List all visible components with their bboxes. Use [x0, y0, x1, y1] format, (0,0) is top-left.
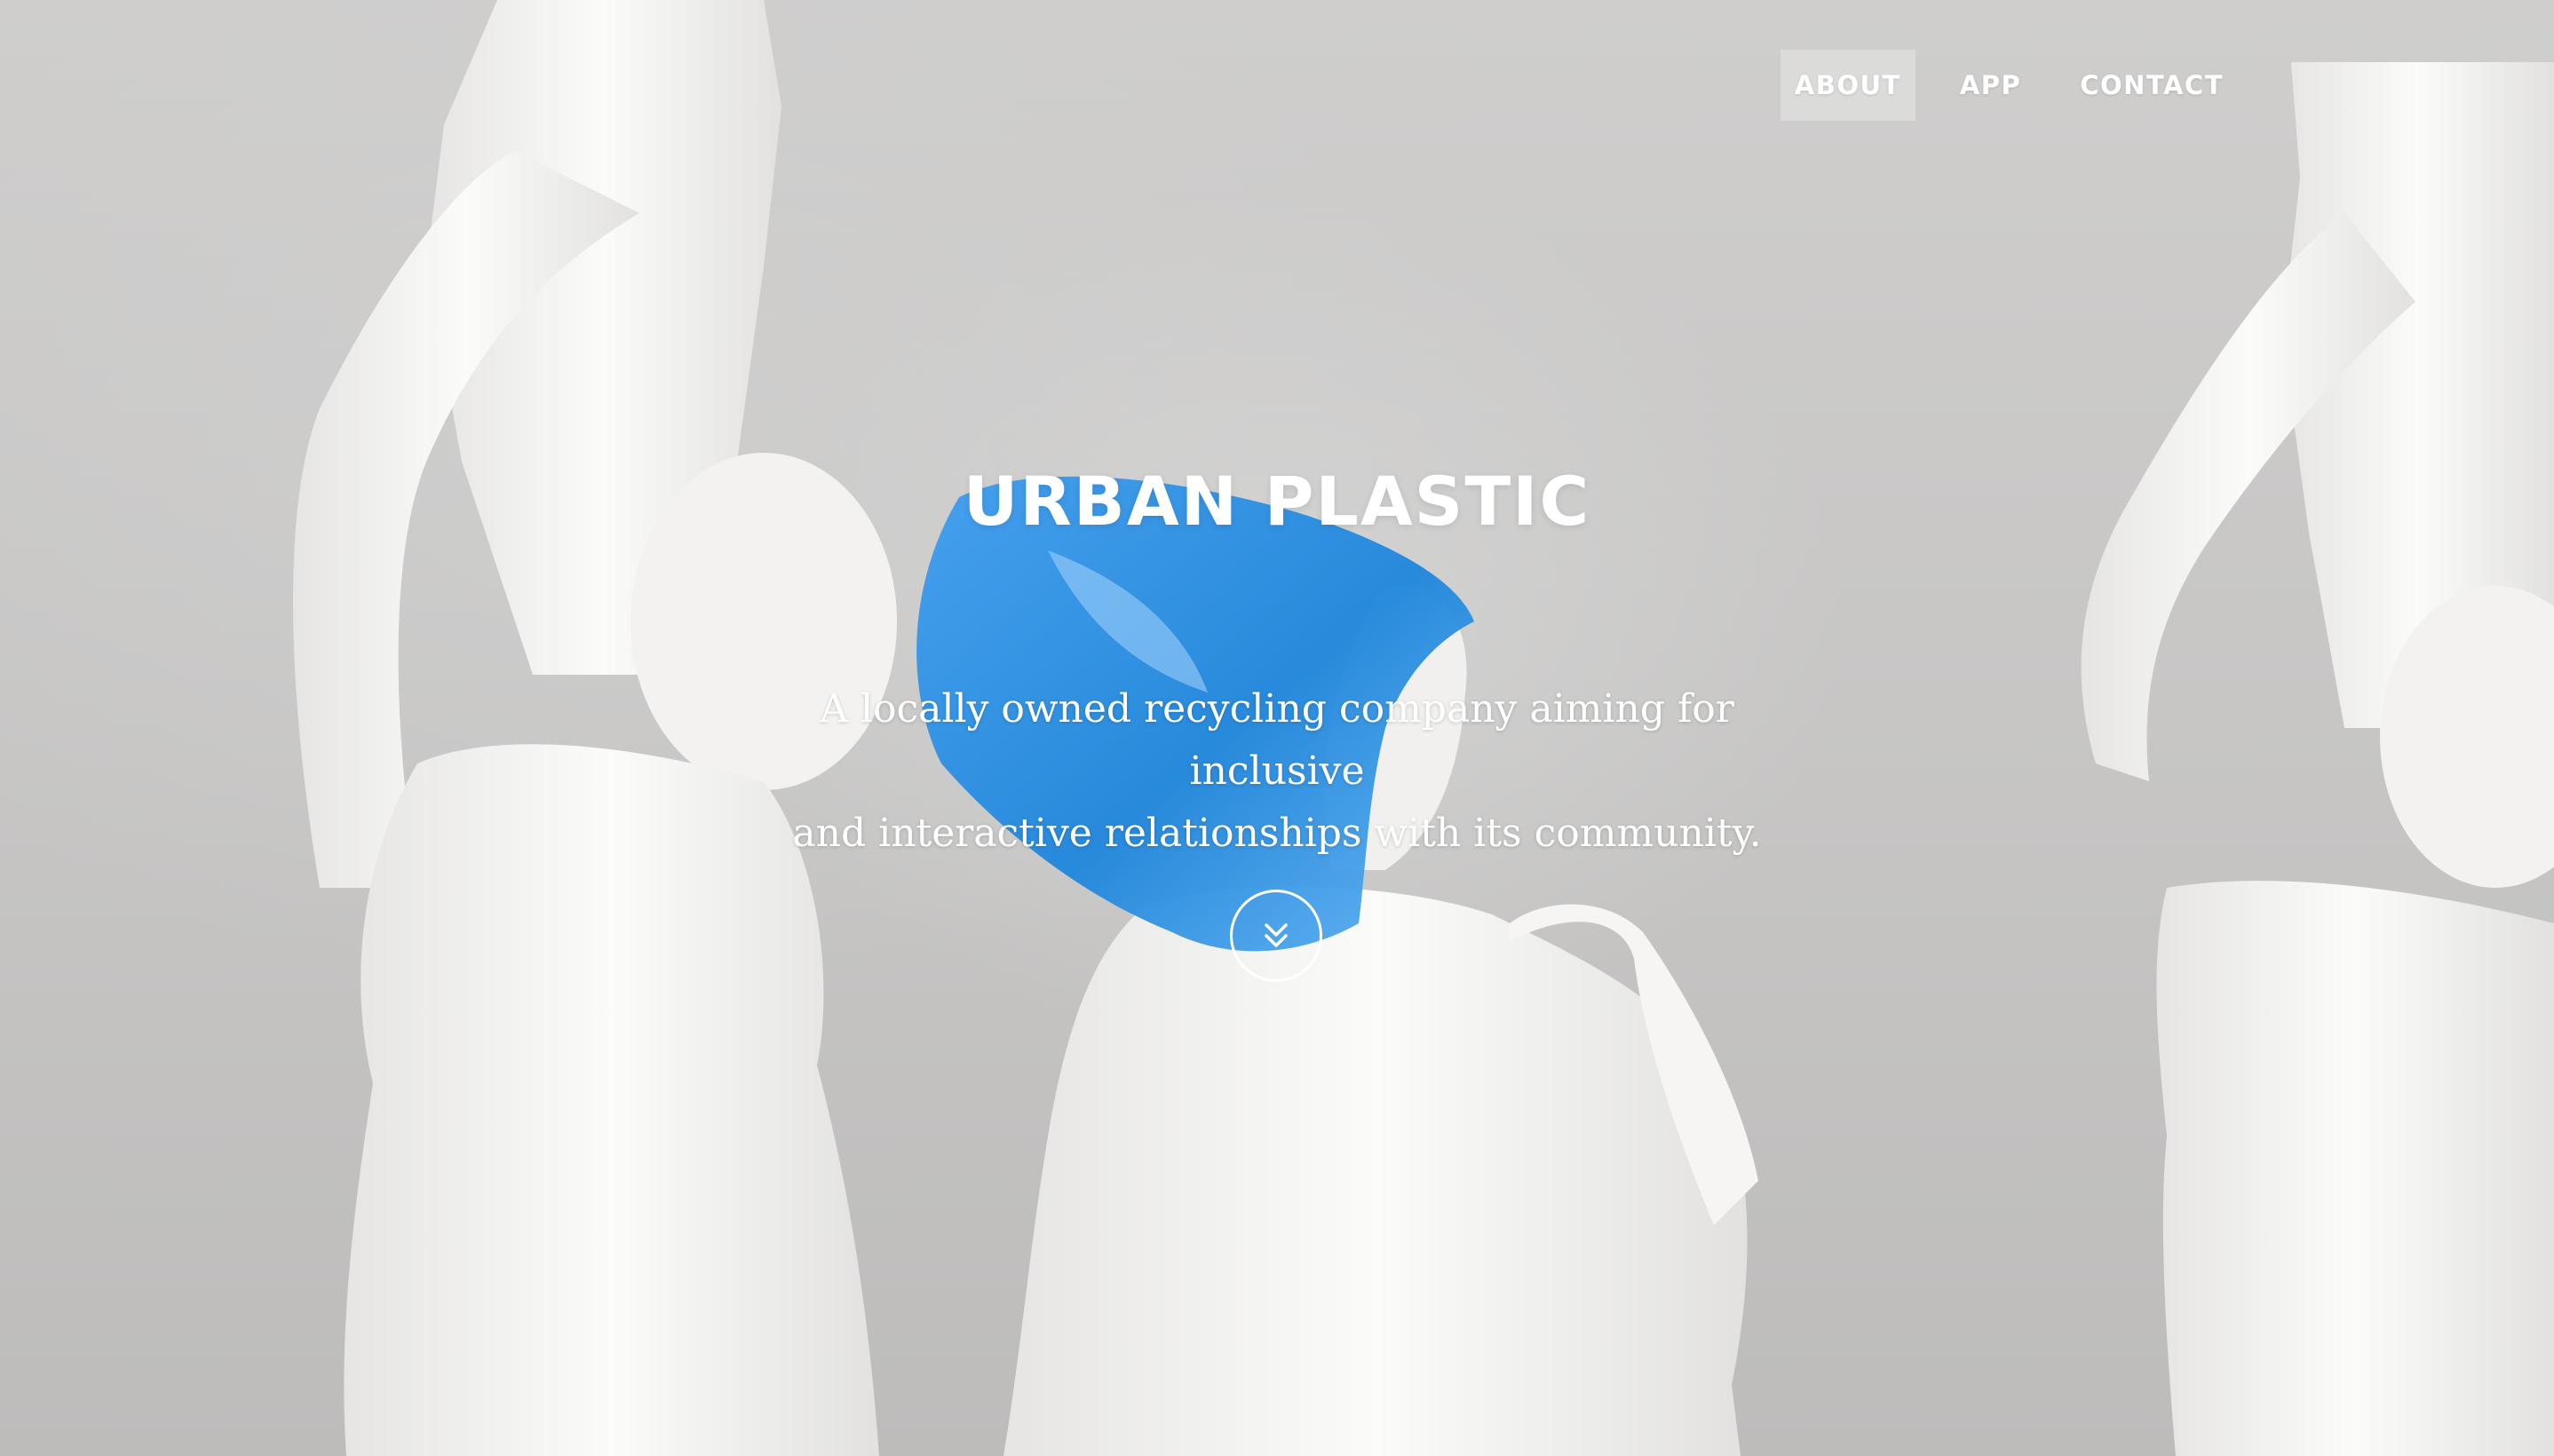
nav-link-app[interactable]: APP: [1946, 50, 2035, 121]
hero-subtitle: A locally owned recycling company aiming…: [762, 678, 1792, 865]
scroll-down-button[interactable]: [1230, 890, 1322, 982]
center-statue-body: [1003, 886, 1748, 1456]
right-statue-body: [2156, 881, 2554, 1456]
nav-link-contact[interactable]: CONTACT: [2066, 50, 2238, 121]
nav-link-about[interactable]: ABOUT: [1780, 50, 1916, 121]
hero-title: URBAN PLASTIC: [963, 462, 1591, 541]
double-chevron-down-icon: [1265, 923, 1288, 947]
hero-subtitle-line-2: and interactive relationships with its c…: [792, 811, 1762, 856]
top-navigation: ABOUT APP CONTACT: [1750, 50, 2238, 121]
hero-subtitle-line-1: A locally owned recycling company aiming…: [820, 686, 1734, 794]
